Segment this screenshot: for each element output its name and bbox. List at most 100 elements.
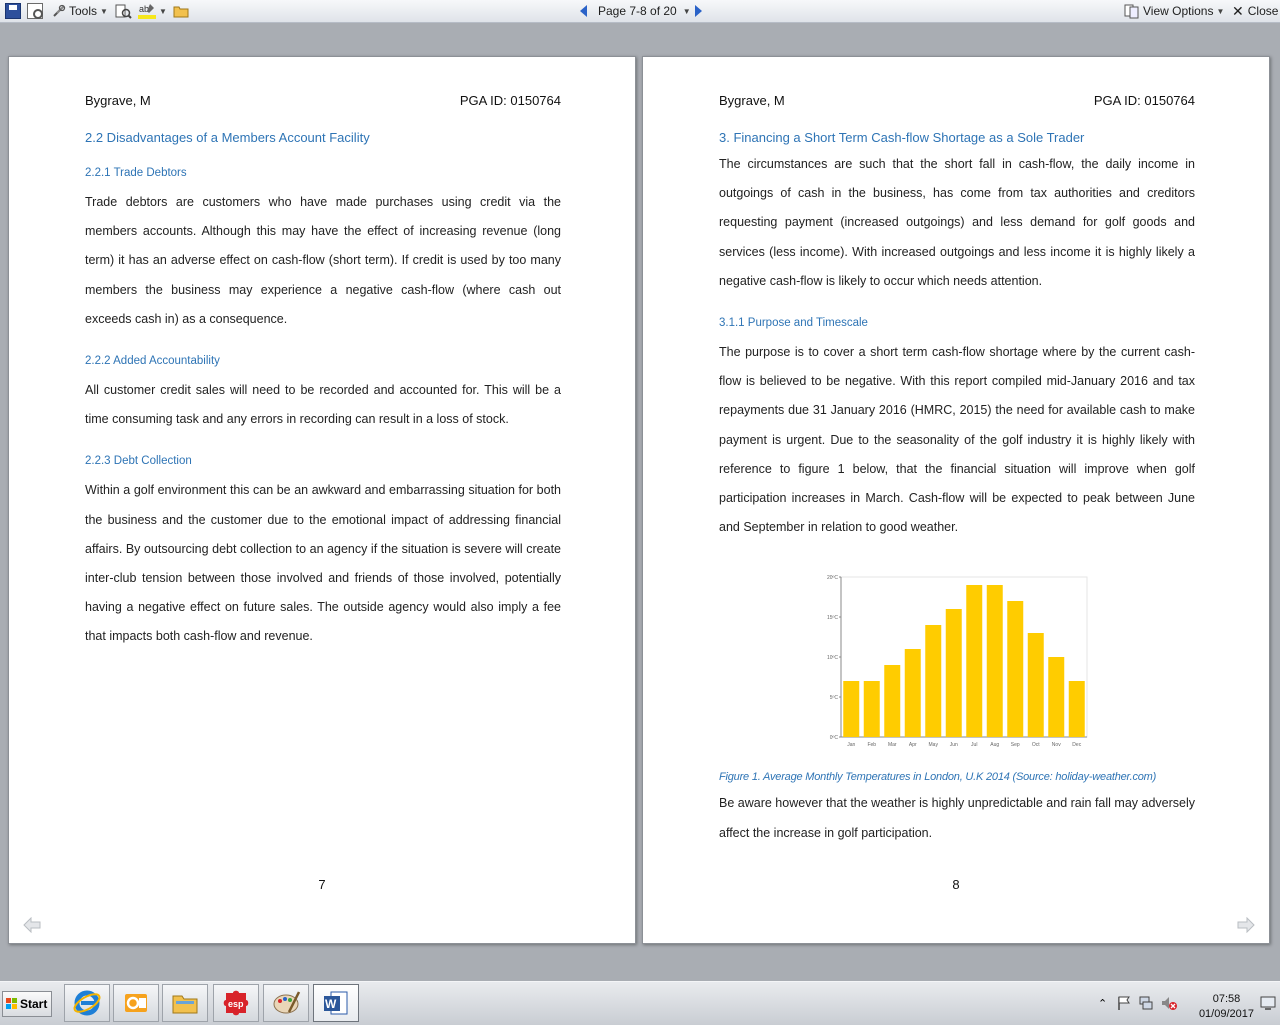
tools-icon	[53, 4, 66, 17]
chart-bar	[1007, 601, 1024, 738]
volume-muted-icon[interactable]	[1160, 995, 1178, 1011]
heading-3-1-1: 3.1.1 Purpose and Timescale	[719, 317, 868, 330]
action-center-flag-icon[interactable]	[1116, 995, 1132, 1011]
chevron-down-icon: ▼	[100, 6, 108, 16]
reading-toolbar: Tools ▼ ab ▼ Page 7-8 of 20 ▼ View Optio…	[0, 0, 1280, 23]
paragraph-purpose: The purpose is to cover a short term cas…	[719, 345, 1195, 535]
outlook-icon	[125, 994, 147, 1012]
paragraph-financing: The circumstances are such that the shor…	[719, 157, 1195, 288]
chart-bar	[843, 681, 860, 738]
paragraph-debt-collection: Within a golf environment this can be an…	[85, 483, 561, 644]
view-options-icon	[1124, 4, 1139, 19]
view-options-menu[interactable]: View Options ▼	[1124, 0, 1224, 22]
close-label: Close	[1247, 4, 1279, 18]
network-icon[interactable]	[1138, 995, 1154, 1011]
svg-text:ab: ab	[139, 4, 149, 14]
x-tick-label: Jul	[971, 742, 977, 748]
highlighter-icon: ab	[138, 4, 156, 19]
page-number: 7	[318, 877, 326, 892]
research-button[interactable]	[114, 0, 132, 22]
page-content: Bygrave, M PGA ID: 0150764 2.2 Disadvant…	[85, 91, 561, 652]
x-tick-label: Mar	[888, 742, 897, 748]
page-indicator: Page 7-8 of 20	[598, 4, 677, 18]
paragraph-trade-debtors: Trade debtors are customers who have mad…	[85, 195, 561, 326]
chart-bar	[863, 681, 880, 738]
esp-puzzle-icon: esp	[223, 990, 249, 1016]
x-tick-label: Jun	[950, 742, 958, 748]
heading-2-2: 2.2 Disadvantages of a Members Account F…	[85, 130, 370, 145]
chart-bar	[1027, 633, 1044, 738]
show-hidden-icons-icon[interactable]: ⌃	[1098, 997, 1107, 1010]
chart-bar	[1048, 657, 1065, 738]
chevron-down-icon: ▼	[1216, 6, 1225, 16]
tools-menu[interactable]: Tools ▼	[52, 0, 108, 22]
chart-bar	[925, 625, 942, 738]
y-tick-label: 15ºC	[827, 615, 838, 621]
page-selector[interactable]: Page 7-8 of 20 ▼	[598, 0, 691, 22]
show-desktop-icon[interactable]	[1260, 995, 1276, 1011]
taskbar-outlook[interactable]	[113, 984, 159, 1022]
highlight-button[interactable]: ab ▼	[138, 0, 167, 22]
x-tick-label: May	[929, 742, 939, 748]
word-icon: W	[324, 991, 348, 1015]
next-page-arrow-icon[interactable]	[1237, 917, 1255, 933]
y-tick-label: 0ºC	[830, 735, 839, 741]
page-content: Bygrave, M PGA ID: 0150764 3. Financing …	[719, 91, 1195, 848]
chart-bar	[904, 649, 921, 738]
page-header: Bygrave, M PGA ID: 0150764	[85, 91, 561, 111]
paragraph-weather: Be aware however that the weather is hig…	[719, 796, 1195, 840]
heading-2-2-3: 2.2.3 Debt Collection	[85, 455, 192, 468]
save-icon	[5, 3, 21, 19]
close-icon: ✕	[1232, 2, 1244, 19]
internet-explorer-icon	[73, 990, 101, 1016]
research-icon	[115, 4, 132, 19]
chart-bar	[966, 585, 983, 738]
taskbar-file-explorer[interactable]	[162, 984, 208, 1022]
system-clock[interactable]: 07:58 01/09/2017	[1199, 992, 1254, 1022]
x-tick-label: Dec	[1072, 742, 1081, 748]
chart-bar	[884, 665, 901, 738]
header-id: PGA ID: 0150764	[1093, 93, 1195, 108]
x-tick-label: Oct	[1032, 742, 1040, 748]
taskbar-paint[interactable]	[263, 984, 309, 1022]
x-tick-label: Feb	[867, 742, 876, 748]
start-button[interactable]: Start	[2, 991, 52, 1017]
chart-bar	[945, 609, 962, 738]
header-id: PGA ID: 0150764	[459, 93, 561, 108]
svg-text:W: W	[325, 997, 337, 1011]
taskbar-esp-app[interactable]: esp	[213, 984, 259, 1022]
taskbar-word[interactable]: W	[313, 984, 359, 1022]
print-preview-icon	[27, 3, 43, 19]
chevron-down-icon: ▼	[682, 6, 691, 16]
folder-icon	[173, 6, 189, 18]
previous-page-arrow-icon[interactable]	[23, 917, 41, 933]
document-page-7: Bygrave, M PGA ID: 0150764 2.2 Disadvant…	[8, 56, 636, 944]
tools-label: Tools	[69, 4, 98, 18]
save-button[interactable]	[5, 0, 21, 22]
next-page-button[interactable]	[695, 0, 702, 22]
temperature-bar-chart: 0ºC 5ºC 10ºC 15ºC 20ºC Jan Feb Mar Apr May Jun Jul A…	[827, 575, 1088, 748]
close-button[interactable]: ✕ Close	[1232, 0, 1278, 22]
taskbar-internet-explorer[interactable]	[64, 984, 110, 1022]
figure-caption: Figure 1. Average Monthly Temperatures i…	[719, 771, 1157, 784]
print-preview-button[interactable]	[27, 0, 43, 22]
heading-3: 3. Financing a Short Term Cash-flow Shor…	[719, 130, 1085, 145]
chart-bar	[1068, 681, 1085, 738]
chevron-down-icon: ▼	[159, 6, 167, 16]
document-page-8: Bygrave, M PGA ID: 0150764 3. Financing …	[642, 56, 1270, 944]
heading-2-2-2: 2.2.2 Added Accountability	[85, 355, 220, 368]
chart-bar	[986, 585, 1003, 738]
arrow-left-icon	[580, 5, 587, 17]
previous-page-button[interactable]	[580, 0, 587, 22]
header-author: Bygrave, M	[719, 93, 785, 108]
start-label: Start	[20, 997, 48, 1011]
view-options-label: View Options	[1143, 4, 1214, 18]
x-tick-label: Aug	[990, 742, 999, 748]
svg-text:esp: esp	[228, 999, 244, 1009]
page-number: 8	[952, 877, 960, 892]
page-header: Bygrave, M PGA ID: 0150764	[719, 91, 1195, 111]
open-folder-button[interactable]	[173, 0, 189, 22]
y-tick-label: 20ºC	[827, 575, 838, 581]
temperature-chart-container: 0ºC 5ºC 10ºC 15ºC 20ºC Jan Feb Mar Apr May Jun Jul A…	[817, 571, 1097, 751]
paint-palette-icon	[273, 991, 301, 1014]
